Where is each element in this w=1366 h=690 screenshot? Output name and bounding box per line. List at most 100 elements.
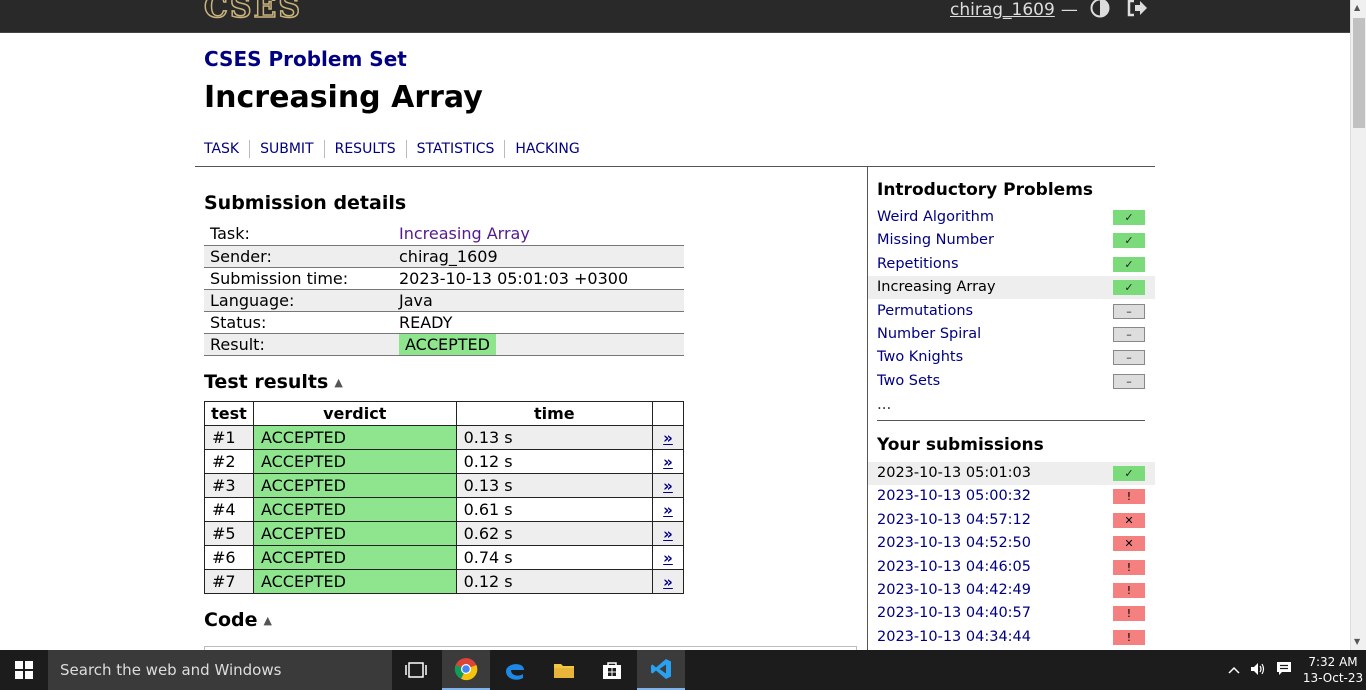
test-details-link[interactable]: »: [652, 521, 684, 546]
status-err-icon: !: [1113, 489, 1145, 505]
collapse-arrow-icon[interactable]: ▲: [263, 614, 271, 627]
edge-icon[interactable]: [491, 650, 539, 690]
submission-label[interactable]: 2023-10-13 04:52:50: [877, 535, 1031, 551]
submission-label[interactable]: 2023-10-13 05:01:03: [877, 465, 1031, 481]
tray-chevron-icon[interactable]: [1228, 663, 1240, 677]
test-time: 0.12 s: [455, 449, 654, 474]
detail-row: Language: Java: [204, 289, 684, 312]
taskbar-search-box[interactable]: Search the web and Windows: [48, 650, 392, 690]
nav-statistics[interactable]: STATISTICS: [407, 140, 506, 158]
problem-item[interactable]: Number Spiral –: [868, 323, 1155, 346]
submission-item[interactable]: 2023-10-13 04:57:12 ✕: [868, 509, 1155, 532]
detail-row: Submission time: 2023-10-13 05:01:03 +030…: [204, 267, 684, 290]
scroll-up-icon[interactable]: ▲: [1354, 3, 1360, 12]
problem-item[interactable]: Repetitions ✓: [868, 253, 1155, 276]
chrome-icon[interactable]: [442, 650, 490, 690]
test-time: 0.13 s: [455, 425, 654, 450]
file-explorer-icon[interactable]: [540, 650, 588, 690]
status-err-icon: !: [1113, 583, 1145, 598]
test-results-heading[interactable]: Test results ▲: [204, 371, 343, 393]
username-link[interactable]: chirag_1609: [950, 0, 1055, 20]
site-header: CSES chirag_1609 —: [0, 0, 1350, 33]
test-time: 0.61 s: [455, 497, 654, 522]
problem-label[interactable]: Permutations: [877, 303, 973, 319]
problem-label[interactable]: Two Knights: [877, 349, 963, 365]
detail-value: Java: [393, 289, 684, 312]
test-details-link[interactable]: »: [652, 569, 684, 594]
code-heading[interactable]: Code ▲: [204, 609, 272, 631]
user-box: chirag_1609 —: [950, 0, 1164, 22]
submission-item[interactable]: 2023-10-13 05:01:03 ✓: [868, 462, 1155, 485]
submission-label[interactable]: 2023-10-13 04:34:44: [877, 629, 1031, 645]
page-scrollbar[interactable]: ▲ ▼: [1350, 0, 1366, 650]
test-verdict: ACCEPTED: [252, 545, 457, 570]
table-row: #1 ACCEPTED 0.13 s»: [204, 425, 684, 450]
problem-label[interactable]: Two Sets: [877, 373, 940, 389]
nav-hacking[interactable]: HACKING: [505, 140, 589, 158]
problem-label[interactable]: Repetitions: [877, 256, 959, 272]
logout-icon[interactable]: [1126, 0, 1148, 23]
status-none-icon: –: [1113, 373, 1145, 389]
nav-results[interactable]: RESULTS: [325, 140, 407, 158]
test-time: 0.12 s: [455, 569, 654, 594]
task-link[interactable]: Increasing Array: [399, 224, 530, 243]
submission-item[interactable]: 2023-10-13 04:46:05!: [868, 556, 1155, 579]
collapse-arrow-icon[interactable]: ▲: [334, 376, 342, 389]
problem-item[interactable]: Weird Algorithm ✓: [868, 206, 1155, 229]
test-details-link[interactable]: »: [652, 449, 684, 474]
test-details-link[interactable]: »: [652, 473, 684, 498]
problem-item[interactable]: Two Knights –: [868, 346, 1155, 369]
submission-label[interactable]: 2023-10-13 04:46:05: [877, 559, 1031, 575]
nav-task[interactable]: TASK: [204, 140, 251, 158]
problem-label[interactable]: Increasing Array: [877, 279, 996, 295]
problem-label[interactable]: Number Spiral: [877, 326, 981, 342]
problem-item[interactable]: Permutations –: [868, 300, 1155, 323]
detail-key: Sender:: [204, 245, 393, 268]
volume-icon[interactable]: [1250, 662, 1266, 679]
detail-key: Language:: [204, 289, 393, 312]
test-details-link[interactable]: »: [652, 545, 684, 570]
submission-label[interactable]: 2023-10-13 04:40:57: [877, 605, 1031, 621]
submission-label[interactable]: 2023-10-13 04:42:49: [877, 582, 1031, 598]
scroll-down-icon[interactable]: ▼: [1354, 637, 1360, 646]
vscode-icon[interactable]: [637, 650, 685, 690]
status-err-icon: !: [1113, 606, 1145, 622]
sidebar-separator: [877, 420, 1145, 421]
table-row: #5 ACCEPTED 0.62 s»: [204, 521, 684, 546]
submission-item[interactable]: 2023-10-13 04:40:57!: [868, 602, 1155, 625]
status-none-icon: –: [1113, 350, 1145, 366]
submission-item[interactable]: 2023-10-13 05:00:32!: [868, 485, 1155, 508]
problem-label[interactable]: Missing Number: [877, 232, 994, 248]
submission-item[interactable]: 2023-10-13 04:52:50 ✕: [868, 532, 1155, 555]
cses-logo[interactable]: CSES: [203, 0, 302, 26]
problem-item[interactable]: Missing Number ✓: [868, 229, 1155, 252]
problem-item[interactable]: Increasing Array ✓: [868, 276, 1155, 300]
theme-toggle-icon[interactable]: [1090, 0, 1110, 23]
start-button[interactable]: [0, 650, 48, 690]
submission-item[interactable]: 2023-10-13 04:34:44!: [868, 626, 1155, 649]
submission-label[interactable]: 2023-10-13 04:57:12: [877, 512, 1031, 528]
problem-item[interactable]: Two Sets –: [868, 370, 1155, 393]
status-ok-icon: ✓: [1113, 256, 1145, 272]
table-row: #6 ACCEPTED 0.74 s»: [204, 545, 684, 570]
test-details-link[interactable]: »: [652, 425, 684, 450]
scroll-thumb[interactable]: [1353, 18, 1365, 128]
task-view-icon[interactable]: [392, 650, 440, 690]
status-ok-icon: ✓: [1113, 233, 1145, 249]
test-verdict: ACCEPTED: [252, 449, 457, 474]
system-tray: 7:32 AM 13-Oct-23: [1228, 650, 1366, 690]
problem-set-title[interactable]: CSES Problem Set: [204, 47, 407, 71]
taskbar-clock[interactable]: 7:32 AM 13-Oct-23: [1300, 654, 1366, 686]
nav-submit[interactable]: SUBMIT: [250, 140, 325, 158]
test-number: #6: [204, 545, 254, 570]
action-center-icon[interactable]: [1276, 661, 1292, 679]
store-icon[interactable]: [588, 650, 636, 690]
submission-item[interactable]: 2023-10-13 04:42:49!: [868, 579, 1155, 602]
more-problems-link[interactable]: ...: [877, 395, 891, 413]
test-details-link[interactable]: »: [652, 497, 684, 522]
test-number: #4: [204, 497, 254, 522]
submission-label[interactable]: 2023-10-13 05:00:32: [877, 488, 1031, 504]
detail-key: Task:: [204, 223, 393, 246]
problem-label[interactable]: Weird Algorithm: [877, 209, 994, 225]
page-title: Increasing Array: [204, 80, 483, 115]
